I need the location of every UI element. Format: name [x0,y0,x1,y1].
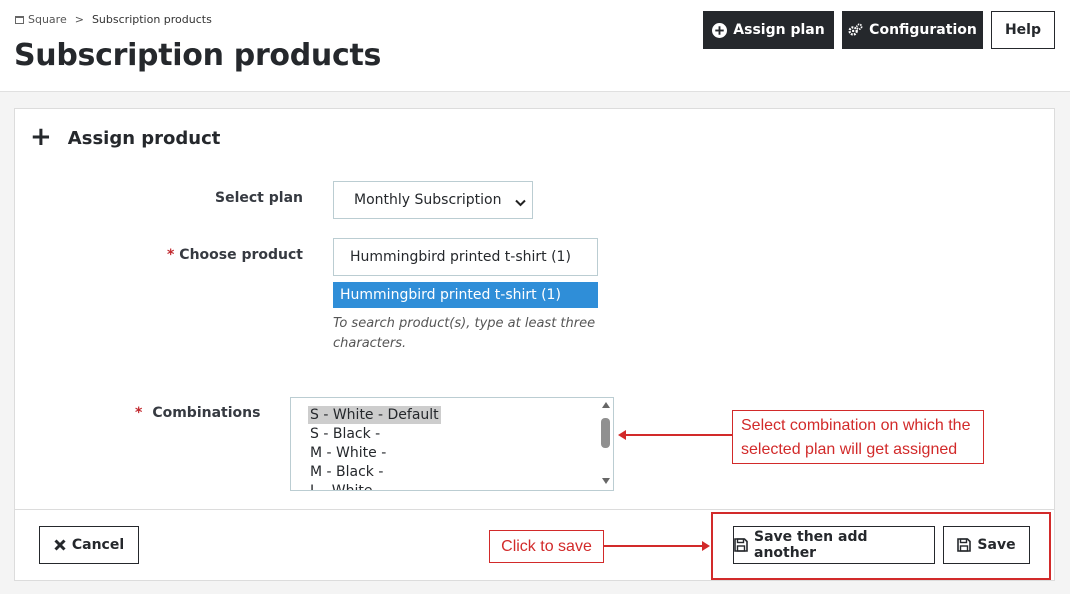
scroll-up-arrow[interactable] [602,402,610,408]
save-buttons-highlight [711,512,1051,580]
help-button[interactable]: Help [991,11,1055,49]
combination-option[interactable]: M - White - [308,444,388,462]
chevron-down-icon [515,195,526,211]
scroll-down-arrow[interactable] [602,478,610,484]
plan-select[interactable]: Monthly Subscription [333,181,533,219]
panel-title: + Assign product [30,122,221,152]
combination-option[interactable]: S - Black - [308,425,382,443]
breadcrumb-root[interactable]: Square [28,13,67,26]
product-search-value: Hummingbird printed t-shirt (1) [350,249,571,265]
close-icon [54,539,66,551]
combination-option[interactable]: M - Black - [308,463,385,481]
assign-plan-label: Assign plan [733,22,825,38]
product-search-input[interactable]: Hummingbird printed t-shirt (1) [333,238,598,276]
required-mark: * [135,405,143,421]
plan-select-value: Monthly Subscription [354,192,502,208]
breadcrumb-separator: > [74,13,84,26]
select-plan-label: Select plan [215,190,303,206]
page-header: Square > Subscription products Subscript… [0,0,1070,92]
listbox-scrollbar[interactable] [601,418,610,448]
plus-icon: + [30,122,52,152]
page-title: Subscription products [14,38,382,73]
panel-footer-divider [15,509,1054,510]
combination-option[interactable]: S - White - Default [308,406,441,424]
plus-circle-icon [712,22,728,38]
combinations-listbox[interactable]: S - White - Default S - Black - M - Whit… [290,397,614,491]
panel-title-text: Assign product [67,128,221,149]
assign-plan-button[interactable]: Assign plan [703,11,834,49]
assign-product-panel: + Assign product Select plan Monthly Sub… [14,108,1055,581]
store-icon [15,15,24,24]
required-mark: * [166,247,175,263]
cancel-label: Cancel [71,537,125,553]
breadcrumb: Square > Subscription products [15,13,212,26]
configuration-label: Configuration [869,22,977,38]
product-suggestion-item[interactable]: Hummingbird printed t-shirt (1) [333,282,598,308]
save-annotation: Click to save [489,530,604,563]
gears-icon [848,23,863,37]
combination-annotation: Select combination on which the selected… [732,410,984,464]
configuration-button[interactable]: Configuration [842,11,983,49]
cancel-button[interactable]: Cancel [39,526,139,564]
combinations-label: * Combinations [135,405,261,421]
annotation-arrow [618,430,732,440]
annotation-arrow [604,541,710,551]
help-label: Help [1004,22,1042,38]
breadcrumb-current: Subscription products [91,13,212,26]
combination-option[interactable]: L - White - [308,482,384,490]
product-search-hint: To search product(s), type at least thre… [333,316,596,351]
choose-product-label: * Choose product [166,247,303,263]
